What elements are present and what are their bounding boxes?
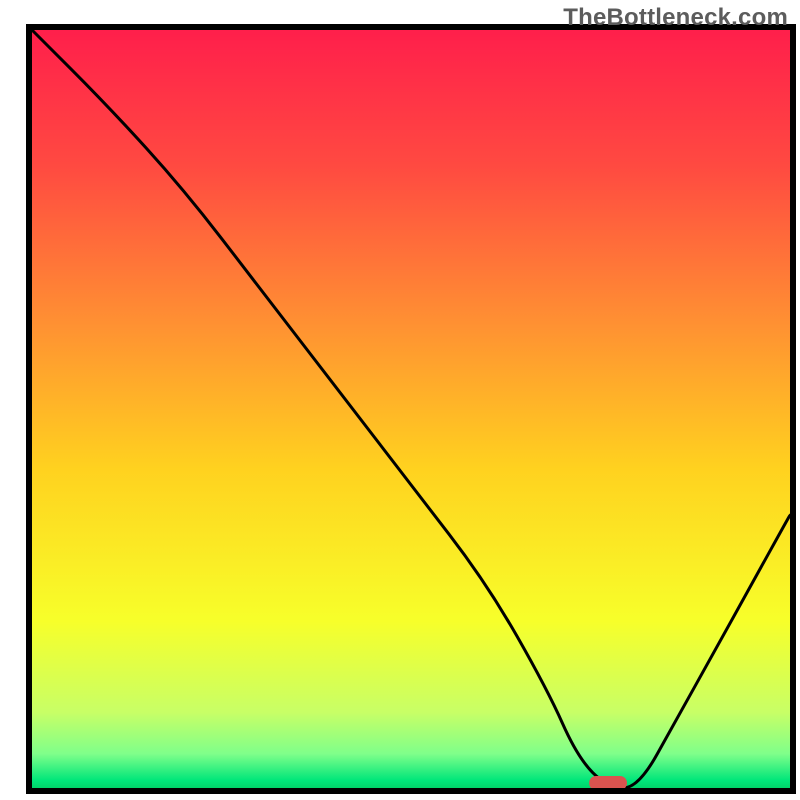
watermark-text: TheBottleneck.com <box>563 4 788 32</box>
bottleneck-chart <box>0 0 800 800</box>
chart-container: TheBottleneck.com <box>0 0 800 800</box>
plot-area <box>29 27 793 791</box>
optimal-marker <box>589 776 627 790</box>
gradient-background <box>32 30 790 788</box>
